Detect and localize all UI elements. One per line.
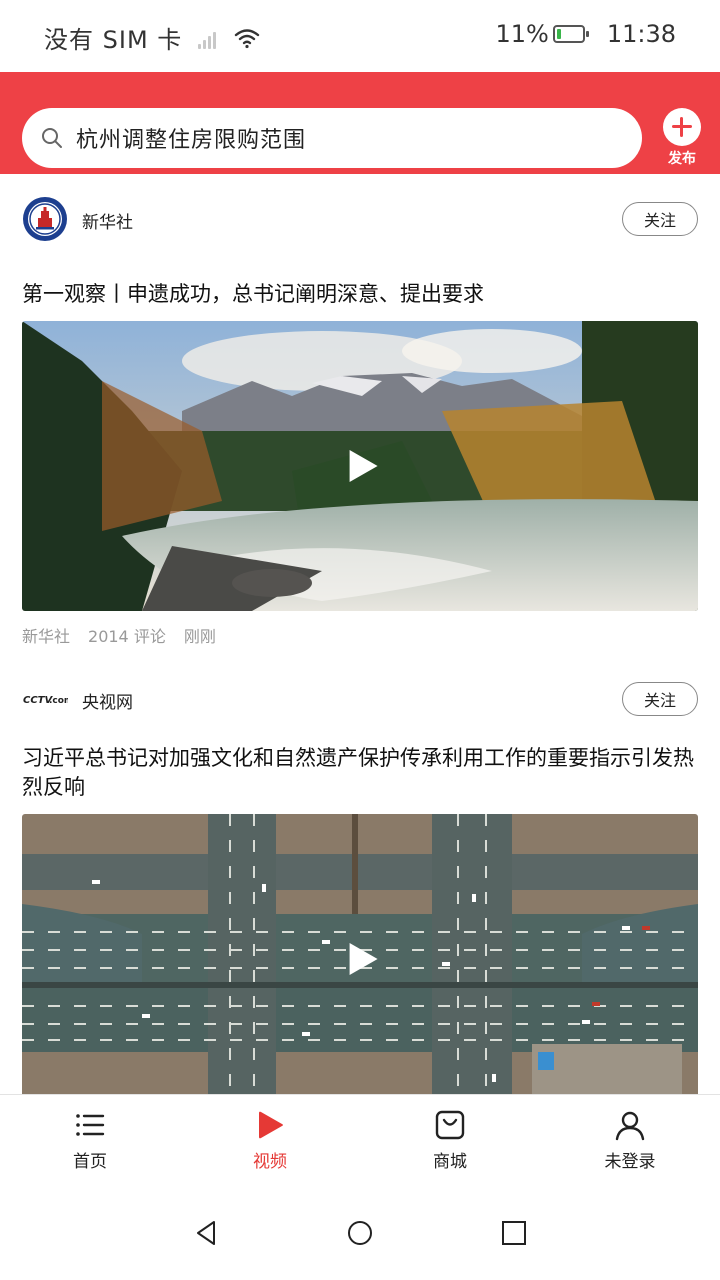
- plus-icon: [663, 108, 701, 146]
- bottom-nav: 首页 视频 商城 未登录: [0, 1094, 720, 1190]
- source-name[interactable]: 央视网: [82, 688, 133, 713]
- meta-comments[interactable]: 2014 评论: [88, 623, 166, 647]
- publish-label: 发布: [668, 151, 696, 167]
- source-name[interactable]: 新华社: [82, 208, 133, 233]
- search-icon: [42, 128, 62, 148]
- carrier-status: 没有 SIM 卡: [44, 26, 183, 54]
- status-bar: 没有 SIM 卡 11% 11:38: [0, 0, 720, 72]
- battery-percent: 11%: [495, 20, 549, 48]
- tab-video[interactable]: 视频: [180, 1095, 360, 1190]
- play-icon: [259, 1111, 283, 1139]
- play-icon[interactable]: [346, 941, 382, 977]
- video-thumbnail[interactable]: [22, 814, 698, 1094]
- user-icon: [615, 1111, 645, 1141]
- meta-source: 新华社: [22, 627, 71, 646]
- clock: 11:38: [606, 20, 676, 48]
- feed-card[interactable]: CCTV .com 央视网 关注 习近平总书记对加强文化和自然遗产保护传承利用工…: [22, 674, 698, 1094]
- article-title[interactable]: 第一观察丨申遗成功，总书记阐明深意、提出要求: [22, 280, 698, 309]
- xinhua-logo[interactable]: [22, 196, 68, 242]
- card-header: CCTV .com 央视网 关注: [22, 674, 698, 726]
- shopping-bag-icon: [435, 1110, 465, 1140]
- recents-icon[interactable]: [501, 1220, 527, 1246]
- tab-home[interactable]: 首页: [0, 1095, 180, 1190]
- status-right: 11% 11:38: [495, 20, 676, 48]
- home-icon[interactable]: [347, 1220, 373, 1246]
- search-input[interactable]: 杭州调整住房限购范围: [22, 108, 642, 168]
- card-meta: 新华社 2014 评论 刚刚: [22, 623, 698, 647]
- card-header: 新华社 关注: [22, 194, 698, 246]
- tab-label: 首页: [73, 1152, 107, 1172]
- signal-icon: [194, 27, 220, 49]
- back-icon[interactable]: [194, 1220, 220, 1246]
- list-icon: [76, 1114, 105, 1136]
- tab-profile[interactable]: 未登录: [540, 1095, 720, 1190]
- wifi-icon: [235, 28, 260, 48]
- video-thumbnail[interactable]: [22, 321, 698, 611]
- cctv-logo[interactable]: CCTV .com: [22, 676, 68, 722]
- feed-card[interactable]: 新华社 关注 第一观察丨申遗成功，总书记阐明深意、提出要求 新华社 2014 评…: [22, 194, 698, 647]
- tab-label: 商城: [433, 1152, 467, 1172]
- publish-button[interactable]: 发布: [660, 108, 704, 174]
- app-header: 杭州调整住房限购范围 发布: [0, 72, 720, 174]
- follow-button[interactable]: 关注: [622, 682, 698, 716]
- video-feed[interactable]: 新华社 关注 第一观察丨申遗成功，总书记阐明深意、提出要求 新华社 2014 评…: [0, 174, 720, 1094]
- play-icon[interactable]: [346, 448, 382, 484]
- status-left: 没有 SIM 卡: [44, 20, 260, 55]
- follow-button[interactable]: 关注: [622, 202, 698, 236]
- search-query: 杭州调整住房限购范围: [76, 128, 307, 153]
- tab-label: 视频: [253, 1152, 287, 1172]
- tab-shop[interactable]: 商城: [360, 1095, 540, 1190]
- meta-time: 刚刚: [183, 627, 216, 646]
- battery-icon: [552, 25, 589, 43]
- article-title[interactable]: 习近平总书记对加强文化和自然遗产保护传承利用工作的重要指示引发热烈反响: [22, 744, 698, 802]
- system-nav-bar: [0, 1190, 720, 1280]
- tab-label: 未登录: [604, 1152, 656, 1172]
- svg-text:.com: .com: [49, 696, 68, 706]
